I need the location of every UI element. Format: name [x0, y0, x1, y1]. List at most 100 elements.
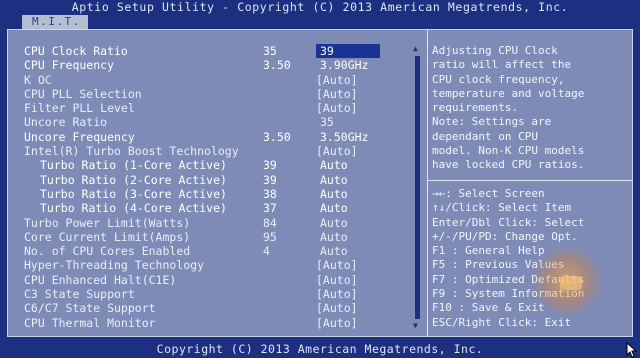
setting-current-value: 4: [263, 244, 270, 259]
setting-row[interactable]: Turbo Ratio (2-Core Active) 39 Auto: [24, 173, 414, 187]
setting-row[interactable]: Hyper-Threading Technology [Auto]: [24, 258, 414, 272]
setting-label: Intel(R) Turbo Boost Technology: [24, 144, 239, 159]
setting-row[interactable]: Turbo Ratio (1-Core Active) 39 Auto: [24, 158, 414, 172]
help-line: dependant on CPU: [432, 129, 538, 143]
help-line: have locked CPU ratios.: [432, 158, 585, 172]
setting-value[interactable]: [Auto]: [316, 144, 358, 158]
setting-value[interactable]: Auto: [320, 173, 348, 187]
setting-value[interactable]: [Auto]: [316, 258, 358, 272]
setting-value[interactable]: 35: [320, 115, 334, 129]
setting-row[interactable]: No. of CPU Cores Enabled 4 Auto: [24, 244, 414, 258]
key-legend-line: Enter/Dbl Click: Select: [432, 215, 585, 229]
setting-value[interactable]: 3.50GHz: [320, 130, 368, 144]
key-legend-line: F1 : General Help: [432, 244, 545, 258]
setting-value[interactable]: Auto: [320, 230, 348, 244]
setting-current-value: 3.50: [263, 58, 291, 73]
help-line: model. Non-K CPU models: [432, 144, 585, 158]
setting-current-value: 84: [263, 215, 277, 230]
setting-row[interactable]: C6/C7 State Support [Auto]: [24, 301, 414, 315]
setting-current-value: 3.50: [263, 129, 291, 144]
footer-copyright: Copyright (C) 2013 American Megatrends, …: [0, 341, 640, 358]
setting-row[interactable]: Turbo Ratio (3-Core Active) 38 Auto: [24, 187, 414, 201]
setting-value[interactable]: 3.90GHz: [320, 58, 368, 72]
key-legend-line: F10 : Save & Exit: [432, 301, 545, 315]
setting-value[interactable]: [Auto]: [316, 273, 358, 287]
setting-label: Uncore Ratio: [24, 115, 108, 130]
panel-divider: [427, 30, 428, 336]
help-line: ratio will affect the: [432, 58, 572, 72]
setting-row[interactable]: CPU Enhanced Halt(C1E) [Auto]: [24, 273, 414, 287]
setting-row[interactable]: K OC [Auto]: [24, 73, 414, 87]
key-legend-line: ESC/Right Click: Exit: [432, 315, 572, 329]
setting-value[interactable]: [Auto]: [316, 301, 358, 315]
setting-label: Turbo Power Limit(Watts): [24, 215, 191, 230]
setting-value[interactable]: [Auto]: [316, 101, 358, 115]
watermark-logo-mark: [560, 276, 582, 290]
setting-label: C3 State Support: [24, 287, 135, 302]
setting-current-value: 39: [263, 158, 277, 173]
key-legend-line: →←: Select Screen: [432, 187, 545, 200]
help-divider: [428, 180, 632, 181]
setting-row[interactable]: Uncore Ratio 35: [24, 115, 414, 129]
setting-label: CPU Enhanced Halt(C1E): [24, 272, 177, 287]
key-legend-line: ↑↓/Click: Select Item: [432, 201, 572, 215]
setting-value[interactable]: Auto: [320, 187, 348, 201]
scroll-up-icon[interactable]: ▲: [413, 44, 418, 54]
setting-label: CPU Clock Ratio: [24, 44, 128, 58]
setting-row[interactable]: Core Current Limit(Amps) 95 Auto: [24, 230, 414, 244]
setting-label: C6/C7 State Support: [24, 301, 156, 316]
setting-row[interactable]: Uncore Frequency 3.50 3.50GHz: [24, 130, 414, 144]
setting-value[interactable]: [Auto]: [316, 287, 358, 301]
setting-label: Filter PLL Level: [24, 101, 135, 116]
key-legend-line: +/-/PU/PD: Change Opt.: [432, 229, 578, 243]
setting-current-value: 35: [263, 44, 277, 58]
scrollbar[interactable]: ▲ ▼: [412, 44, 422, 331]
key-legend-line: F5 : Previous Values: [432, 258, 565, 272]
setting-value[interactable]: [Auto]: [316, 73, 358, 87]
scroll-thumb[interactable]: [415, 56, 420, 319]
setting-label: Hyper-Threading Technology: [24, 258, 205, 273]
setting-row[interactable]: CPU Thermal Monitor [Auto]: [24, 316, 414, 330]
setting-value[interactable]: [Auto]: [316, 316, 358, 330]
setting-row[interactable]: Turbo Ratio (4-Core Active) 37 Auto: [24, 201, 414, 215]
key-legend: →←: Select Screen ↑↓/Click: Select Item …: [432, 187, 632, 330]
setting-row[interactable]: Intel(R) Turbo Boost Technology [Auto]: [24, 144, 414, 158]
scroll-down-icon[interactable]: ▼: [413, 321, 418, 331]
setting-current-value: 38: [263, 186, 277, 201]
setting-row[interactable]: Turbo Power Limit(Watts) 84 Auto: [24, 216, 414, 230]
setting-value[interactable]: [Auto]: [316, 87, 358, 101]
setting-label: Turbo Ratio (2-Core Active): [40, 172, 227, 187]
setting-label: Turbo Ratio (1-Core Active): [40, 158, 227, 173]
setting-row[interactable]: C3 State Support [Auto]: [24, 287, 414, 301]
tab-mit[interactable]: M.I.T.: [22, 15, 88, 29]
setting-value[interactable]: Auto: [320, 201, 348, 215]
setting-row[interactable]: CPU PLL Selection [Auto]: [24, 87, 414, 101]
help-line: requirements.: [432, 101, 519, 115]
setting-label: K OC: [24, 72, 52, 87]
setting-label: Turbo Ratio (4-Core Active): [40, 201, 227, 216]
setting-label: Turbo Ratio (3-Core Active): [40, 186, 227, 201]
setting-label: CPU Frequency: [24, 58, 115, 73]
setting-current-value: 39: [263, 172, 277, 187]
setting-label: CPU PLL Selection: [24, 86, 142, 101]
help-line: Note: Settings are: [432, 115, 552, 129]
setting-row[interactable]: Filter PLL Level [Auto]: [24, 101, 414, 115]
setting-current-value: 37: [263, 201, 277, 216]
setting-label: CPU Thermal Monitor: [24, 315, 156, 330]
help-line: CPU clock frequency,: [432, 72, 565, 86]
setting-label: Uncore Frequency: [24, 129, 135, 144]
mouse-cursor-icon: [626, 342, 638, 358]
setting-row[interactable]: CPU Frequency 3.50 3.90GHz: [24, 58, 414, 72]
setting-value[interactable]: Auto: [320, 158, 348, 172]
setting-row[interactable]: CPU Clock Ratio 35 39: [24, 44, 414, 59]
setting-label: No. of CPU Cores Enabled: [24, 244, 191, 259]
setting-value[interactable]: Auto: [320, 244, 348, 258]
setting-value[interactable]: 39: [316, 44, 380, 59]
help-text: Adjusting CPU Clock ratio will affect th…: [432, 44, 628, 173]
settings-list: CPU Clock Ratio 35 39 CPU Frequency 3.50 3.90…: [24, 44, 414, 330]
help-line: Adjusting CPU Clock: [432, 44, 558, 57]
setting-value[interactable]: Auto: [320, 216, 348, 230]
help-line: temperature and voltage: [432, 86, 585, 100]
window-title: Aptio Setup Utility - Copyright (C) 2013…: [0, 0, 640, 15]
tab-bar: M.I.T.: [0, 15, 640, 29]
